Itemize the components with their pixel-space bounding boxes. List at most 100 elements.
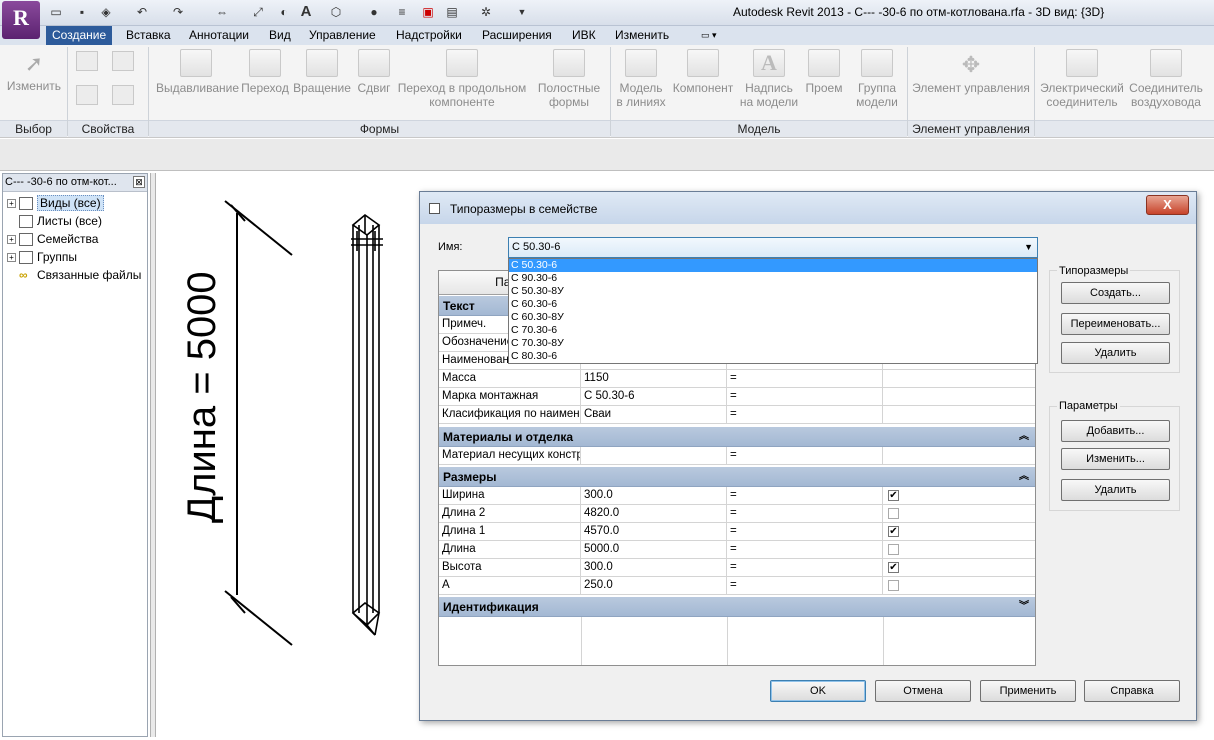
component-button[interactable]: Компонент (670, 49, 736, 95)
panel-connectors[interactable] (1035, 120, 1214, 137)
param-value[interactable]: 300.0 (581, 487, 727, 505)
control-button[interactable]: ✥ Элемент управления (910, 49, 1032, 95)
tab-options-icon[interactable]: ▭ ▾ (695, 26, 723, 45)
electrical-connector-button[interactable]: Электрический соединитель (1036, 49, 1128, 109)
expand-icon[interactable]: + (7, 199, 16, 209)
param-formula[interactable]: = (727, 541, 883, 559)
dropdown-option[interactable]: С 60.30-8У (509, 311, 1037, 324)
table-row[interactable]: Длина 2 4820.0 = (439, 505, 1035, 523)
void-forms-button[interactable]: Полостные формы (534, 49, 604, 109)
customize-qat-icon[interactable]: ▼ (514, 4, 530, 20)
table-row[interactable]: Длина 1 4570.0 = ✔ (439, 523, 1035, 541)
tab-addins[interactable]: Надстройки (390, 26, 468, 45)
param-value[interactable]: 4820.0 (581, 505, 727, 523)
model-line-button[interactable]: Модель в линиях (614, 49, 668, 109)
model-group-button[interactable]: Группа модели (850, 49, 904, 109)
dropdown-option[interactable]: С 50.30-6 (509, 259, 1037, 272)
close-icon[interactable]: ⊠ (133, 176, 145, 188)
create-type-button[interactable]: Создать... (1061, 282, 1170, 304)
expand-icon[interactable]: ︾ (1019, 597, 1029, 617)
param-formula[interactable]: = (727, 487, 883, 505)
delete-parameter-button[interactable]: Удалить (1061, 479, 1170, 501)
app-menu-button[interactable]: R (2, 1, 40, 39)
cancel-button[interactable]: Отмена (875, 680, 971, 702)
panel-forms[interactable]: Формы (149, 120, 610, 137)
rename-type-button[interactable]: Переименовать... (1061, 313, 1170, 335)
dropdown-option[interactable]: С 50.30-8У (509, 285, 1037, 298)
measure-icon[interactable]: ⇔ (214, 4, 230, 20)
delete-type-button[interactable]: Удалить (1061, 342, 1170, 364)
type-name-select[interactable]: С 50.30-6 ▼ (508, 237, 1038, 258)
table-row[interactable]: Класификация по наименованиюСваи= (439, 406, 1035, 424)
param-formula[interactable]: = (727, 559, 883, 577)
param-value[interactable]: Сваи (581, 406, 727, 424)
param-formula[interactable]: = (727, 577, 883, 595)
tab-extensions[interactable]: Расширения (476, 26, 558, 45)
save-icon[interactable]: ▪ (74, 4, 90, 20)
lock-checkbox[interactable] (888, 580, 899, 591)
dropdown-option[interactable]: С 70.30-6 (509, 324, 1037, 337)
properties-icon[interactable] (76, 51, 98, 71)
param-value[interactable]: 4570.0 (581, 523, 727, 541)
dropdown-option[interactable]: С 70.30-8У (509, 337, 1037, 350)
tree-item-groups[interactable]: + Группы (7, 248, 77, 266)
param-formula[interactable]: = (727, 523, 883, 541)
expand-icon[interactable]: + (7, 253, 16, 263)
dropdown-option[interactable]: С 90.30-6 (509, 272, 1037, 285)
group-dimensions[interactable]: Размеры ︽ (439, 467, 1035, 487)
tree-item-views[interactable]: + Виды (все) (7, 194, 104, 212)
param-value[interactable]: 5000.0 (581, 541, 727, 559)
dropdown-option[interactable]: С 60.30-6 (509, 298, 1037, 311)
3d-view-icon[interactable]: ⬡ (328, 4, 344, 20)
panel-control[interactable]: Элемент управления (908, 120, 1034, 137)
lock-checkbox[interactable]: ✔ (888, 526, 899, 537)
extrusion-button[interactable]: Выдавливание (156, 49, 239, 95)
panel-properties[interactable]: Свойства (68, 120, 148, 137)
help-button[interactable]: Справка (1084, 680, 1180, 702)
collapse-icon[interactable]: ︽ (1019, 427, 1029, 447)
type-properties-icon[interactable] (112, 85, 134, 105)
ok-button[interactable]: OK (770, 680, 866, 702)
swept-blend-button[interactable]: Переход в продольном компоненте (396, 49, 528, 109)
close-hidden-icon[interactable]: ▣ (420, 4, 436, 20)
collapse-icon[interactable]: ︽ (1019, 467, 1029, 487)
table-row[interactable]: Высота 300.0 = ✔ (439, 559, 1035, 577)
undo-icon[interactable]: ↶ (134, 4, 150, 20)
add-parameter-button[interactable]: Добавить... (1061, 420, 1170, 442)
tab-ivk[interactable]: ИВК (566, 26, 602, 45)
blend-button[interactable]: Переход (240, 49, 290, 95)
param-value[interactable]: С 50.30-6 (581, 388, 727, 406)
table-row[interactable]: Материал несущих конструкций = (439, 447, 1035, 465)
expand-icon[interactable]: + (7, 235, 16, 245)
param-formula[interactable]: = (727, 447, 883, 465)
table-row[interactable]: Длина 5000.0 = (439, 541, 1035, 559)
sweep-button[interactable]: Сдвиг (355, 49, 393, 95)
table-row[interactable]: Масса 1150 = (439, 370, 1035, 388)
lock-checkbox[interactable] (888, 508, 899, 519)
param-value[interactable]: 250.0 (581, 577, 727, 595)
sync-icon[interactable]: ◈ (98, 4, 114, 20)
text-icon[interactable]: A (298, 4, 314, 20)
redo-icon[interactable]: ↷ (170, 4, 186, 20)
model-text-button[interactable]: A Надпись на модели (738, 49, 800, 109)
tag-icon[interactable]: ◐ (276, 4, 292, 20)
group-identification[interactable]: Идентификация ︾ (439, 597, 1035, 617)
tree-item-links[interactable]: +∞Связанные файлы (7, 266, 141, 284)
param-formula[interactable]: = (727, 505, 883, 523)
tab-manage[interactable]: Управление (303, 26, 382, 45)
dropdown-option[interactable]: С 80.30-6 (509, 350, 1037, 363)
family-types-icon[interactable] (112, 51, 134, 71)
param-value[interactable]: 1150 (581, 370, 727, 388)
settings-icon[interactable]: ✲ (478, 4, 494, 20)
param-formula[interactable]: = (727, 388, 883, 406)
param-value[interactable]: 300.0 (581, 559, 727, 577)
browser-splitter[interactable] (150, 173, 156, 737)
open-icon[interactable]: ▭ (48, 4, 64, 20)
modify-button[interactable]: ➚ Изменить (4, 49, 64, 93)
table-row[interactable]: A 250.0 = (439, 577, 1035, 595)
tree-item-sheets[interactable]: +Листы (все) (7, 212, 102, 230)
lock-checkbox[interactable] (888, 544, 899, 555)
tab-view[interactable]: Вид (263, 26, 297, 45)
opening-button[interactable]: Проем (802, 49, 846, 95)
duct-connector-button[interactable]: Соединитель воздуховода (1128, 49, 1204, 109)
